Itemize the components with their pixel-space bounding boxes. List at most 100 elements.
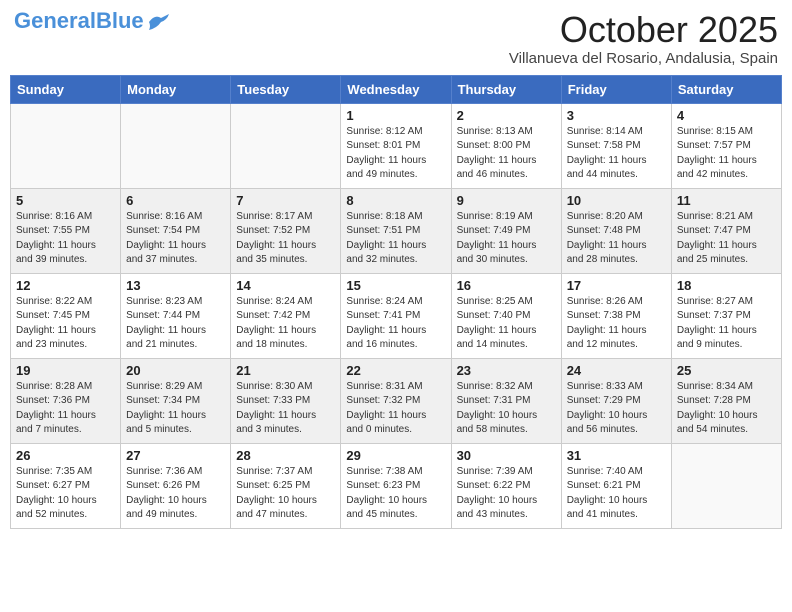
day-number: 7 (236, 193, 335, 208)
day-number: 30 (457, 448, 556, 463)
weekday-header-sunday: Sunday (11, 75, 121, 103)
day-info: Sunrise: 8:13 AMSunset: 8:00 PMDaylight:… (457, 125, 556, 183)
calendar-cell: 16Sunrise: 8:25 AMSunset: 7:40 PMDayligh… (451, 273, 561, 358)
day-number: 29 (346, 448, 445, 463)
calendar-cell: 21 Sunrise: 8:30 AMSunset: 7:33 PMDayligh… (231, 358, 341, 443)
day-number: 23 (457, 363, 556, 378)
calendar-week-row: 12 Sunrise: 8:22 AMSunset: 7:45 PMDayligh… (11, 273, 782, 358)
calendar-cell: 29Sunrise: 7:38 AMSunset: 6:23 PMDayligh… (341, 443, 451, 528)
calendar-cell: 4 Sunrise: 8:15 AMSunset: 7:57 PMDaylight… (671, 103, 781, 188)
day-info: Sunrise: 8:24 AMSunset: 7:41 PMDaylight:… (346, 295, 445, 353)
title-block: October 2025 Villanueva del Rosario, And… (509, 10, 778, 67)
weekday-header-wednesday: Wednesday (341, 75, 451, 103)
weekday-header-tuesday: Tuesday (231, 75, 341, 103)
day-info: Sunrise: 7:36 AMSunset: 6:26 PMDaylight:… (126, 465, 225, 523)
day-number: 24 (567, 363, 666, 378)
day-number: 5 (16, 193, 115, 208)
weekday-header-saturday: Saturday (671, 75, 781, 103)
month-title: October 2025 (509, 10, 778, 50)
calendar-cell: 13Sunrise: 8:23 AMSunset: 7:44 PMDayligh… (121, 273, 231, 358)
calendar-cell: 27 Sunrise: 7:36 AMSunset: 6:26 PMDayligh… (121, 443, 231, 528)
day-number: 2 (457, 108, 556, 123)
day-info: Sunrise: 8:26 AMSunset: 7:38 PMDaylight:… (567, 295, 666, 353)
day-number: 18 (677, 278, 776, 293)
day-info: Sunrise: 8:15 AMSunset: 7:57 PMDaylight:… (677, 125, 776, 183)
day-info: Sunrise: 8:22 AMSunset: 7:45 PMDaylight:… (16, 295, 115, 353)
day-number: 1 (346, 108, 445, 123)
day-number: 15 (346, 278, 445, 293)
day-info: Sunrise: 8:20 AMSunset: 7:48 PMDaylight:… (567, 210, 666, 268)
day-number: 12 (16, 278, 115, 293)
day-info: Sunrise: 8:31 AMSunset: 7:32 PMDaylight:… (346, 380, 445, 438)
logo-text: GeneralBlue (14, 10, 144, 32)
calendar-cell: 19 Sunrise: 8:28 AMSunset: 7:36 PMDayligh… (11, 358, 121, 443)
day-info: Sunrise: 7:40 AMSunset: 6:21 PMDaylight:… (567, 465, 666, 523)
calendar-cell: 15 Sunrise: 8:24 AMSunset: 7:41 PMDayligh… (341, 273, 451, 358)
day-info: Sunrise: 7:39 AMSunset: 6:22 PMDaylight:… (457, 465, 556, 523)
calendar-week-row: 26 Sunrise: 7:35 AMSunset: 6:27 PMDayligh… (11, 443, 782, 528)
calendar-table: SundayMondayTuesdayWednesdayThursdayFrid… (10, 75, 782, 529)
day-number: 26 (16, 448, 115, 463)
calendar-cell: 22 Sunrise: 8:31 AMSunset: 7:32 PMDayligh… (341, 358, 451, 443)
day-number: 22 (346, 363, 445, 378)
page-header: GeneralBlue October 2025 Villanueva del … (10, 10, 782, 67)
day-number: 9 (457, 193, 556, 208)
calendar-cell: 23 Sunrise: 8:32 AMSunset: 7:31 PMDayligh… (451, 358, 561, 443)
logo-general: General (14, 8, 96, 33)
day-info: Sunrise: 8:28 AMSunset: 7:36 PMDaylight:… (16, 380, 115, 438)
day-number: 19 (16, 363, 115, 378)
calendar-cell: 7 Sunrise: 8:17 AMSunset: 7:52 PMDaylight… (231, 188, 341, 273)
calendar-cell: 24 Sunrise: 8:33 AMSunset: 7:29 PMDayligh… (561, 358, 671, 443)
day-info: Sunrise: 8:32 AMSunset: 7:31 PMDaylight:… (457, 380, 556, 438)
calendar-cell: 25Sunrise: 8:34 AMSunset: 7:28 PMDayligh… (671, 358, 781, 443)
calendar-cell: 28 Sunrise: 7:37 AMSunset: 6:25 PMDayligh… (231, 443, 341, 528)
day-number: 17 (567, 278, 666, 293)
day-info: Sunrise: 8:30 AMSunset: 7:33 PMDaylight:… (236, 380, 335, 438)
calendar-week-row: 1 Sunrise: 8:12 AMSunset: 8:01 PMDaylight… (11, 103, 782, 188)
calendar-cell: 12 Sunrise: 8:22 AMSunset: 7:45 PMDayligh… (11, 273, 121, 358)
day-number: 21 (236, 363, 335, 378)
calendar-cell: 31 Sunrise: 7:40 AMSunset: 6:21 PMDayligh… (561, 443, 671, 528)
day-info: Sunrise: 8:12 AMSunset: 8:01 PMDaylight:… (346, 125, 445, 183)
day-info: Sunrise: 8:17 AMSunset: 7:52 PMDaylight:… (236, 210, 335, 268)
logo-bird-icon (147, 14, 169, 30)
logo-blue: Blue (96, 8, 144, 33)
day-info: Sunrise: 8:16 AMSunset: 7:54 PMDaylight:… (126, 210, 225, 268)
calendar-cell (121, 103, 231, 188)
day-number: 11 (677, 193, 776, 208)
calendar-cell: 30 Sunrise: 7:39 AMSunset: 6:22 PMDayligh… (451, 443, 561, 528)
day-number: 13 (126, 278, 225, 293)
calendar-cell: 14Sunrise: 8:24 AMSunset: 7:42 PMDayligh… (231, 273, 341, 358)
calendar-cell: 17 Sunrise: 8:26 AMSunset: 7:38 PMDayligh… (561, 273, 671, 358)
day-info: Sunrise: 8:33 AMSunset: 7:29 PMDaylight:… (567, 380, 666, 438)
calendar-cell: 6Sunrise: 8:16 AMSunset: 7:54 PMDaylight… (121, 188, 231, 273)
weekday-header-row: SundayMondayTuesdayWednesdayThursdayFrid… (11, 75, 782, 103)
day-number: 31 (567, 448, 666, 463)
calendar-cell: 26 Sunrise: 7:35 AMSunset: 6:27 PMDayligh… (11, 443, 121, 528)
calendar-week-row: 19 Sunrise: 8:28 AMSunset: 7:36 PMDayligh… (11, 358, 782, 443)
day-info: Sunrise: 8:25 AMSunset: 7:40 PMDaylight:… (457, 295, 556, 353)
day-info: Sunrise: 8:24 AMSunset: 7:42 PMDaylight:… (236, 295, 335, 353)
day-number: 4 (677, 108, 776, 123)
day-info: Sunrise: 8:14 AMSunset: 7:58 PMDaylight:… (567, 125, 666, 183)
day-number: 28 (236, 448, 335, 463)
day-info: Sunrise: 8:29 AMSunset: 7:34 PMDaylight:… (126, 380, 225, 438)
weekday-header-monday: Monday (121, 75, 231, 103)
calendar-cell: 8Sunrise: 8:18 AMSunset: 7:51 PMDaylight… (341, 188, 451, 273)
day-info: Sunrise: 7:37 AMSunset: 6:25 PMDaylight:… (236, 465, 335, 523)
weekday-header-friday: Friday (561, 75, 671, 103)
day-number: 27 (126, 448, 225, 463)
calendar-cell (11, 103, 121, 188)
calendar-cell: 11Sunrise: 8:21 AMSunset: 7:47 PMDayligh… (671, 188, 781, 273)
calendar-cell: 20 Sunrise: 8:29 AMSunset: 7:34 PMDayligh… (121, 358, 231, 443)
calendar-cell: 5 Sunrise: 8:16 AMSunset: 7:55 PMDaylight… (11, 188, 121, 273)
calendar-week-row: 5 Sunrise: 8:16 AMSunset: 7:55 PMDaylight… (11, 188, 782, 273)
day-info: Sunrise: 7:35 AMSunset: 6:27 PMDaylight:… (16, 465, 115, 523)
day-info: Sunrise: 8:16 AMSunset: 7:55 PMDaylight:… (16, 210, 115, 268)
day-number: 20 (126, 363, 225, 378)
calendar-cell: 18 Sunrise: 8:27 AMSunset: 7:37 PMDayligh… (671, 273, 781, 358)
day-info: Sunrise: 8:27 AMSunset: 7:37 PMDaylight:… (677, 295, 776, 353)
calendar-cell: 2 Sunrise: 8:13 AMSunset: 8:00 PMDaylight… (451, 103, 561, 188)
calendar-cell: 3Sunrise: 8:14 AMSunset: 7:58 PMDaylight… (561, 103, 671, 188)
day-info: Sunrise: 8:34 AMSunset: 7:28 PMDaylight:… (677, 380, 776, 438)
